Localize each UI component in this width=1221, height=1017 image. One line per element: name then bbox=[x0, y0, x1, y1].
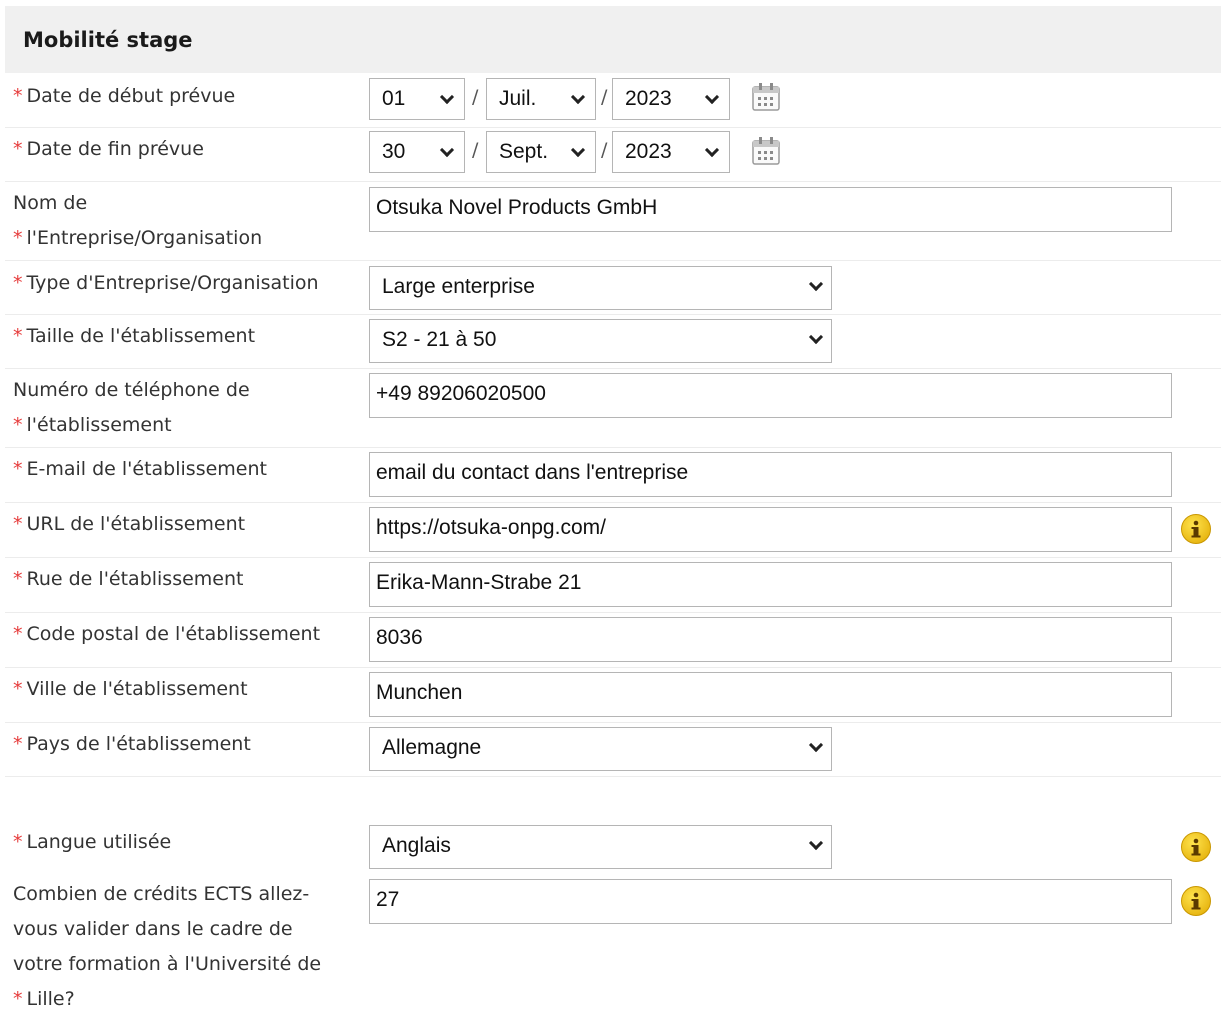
org-name-input[interactable]: Otsuka Novel Products GmbH bbox=[369, 187, 1172, 232]
size-select[interactable]: S2 - 21 à 50 bbox=[369, 319, 832, 363]
row-end-date: * Date de fin prévue 30 / Sept. / 2023 bbox=[5, 128, 1221, 182]
label-start-date: * Date de début prévue bbox=[13, 85, 236, 107]
required-marker: * bbox=[13, 272, 23, 294]
end-year-select[interactable]: 2023 bbox=[612, 131, 730, 173]
label-postal: * Code postal de l'établissement bbox=[13, 623, 321, 645]
label-size: * Taille de l'établissement bbox=[13, 325, 256, 347]
required-marker: * bbox=[13, 458, 23, 480]
required-marker: * bbox=[13, 227, 23, 249]
email-input[interactable]: email du contact dans l'entreprise bbox=[369, 452, 1172, 497]
section-title: Mobilité stage bbox=[23, 28, 193, 52]
required-marker: * bbox=[13, 678, 23, 700]
start-day-select[interactable]: 01 bbox=[369, 78, 465, 120]
chevron-down-icon bbox=[808, 835, 824, 851]
end-day-select[interactable]: 30 bbox=[369, 131, 465, 173]
date-separator: / bbox=[601, 139, 608, 161]
end-month-select[interactable]: Sept. bbox=[486, 131, 596, 173]
start-year-select[interactable]: 2023 bbox=[612, 78, 730, 120]
row-country: * Pays de l'établissement Allemagne bbox=[5, 723, 1221, 777]
chevron-down-icon bbox=[570, 142, 586, 158]
required-marker: * bbox=[13, 138, 23, 160]
language-select[interactable]: Anglais bbox=[369, 825, 832, 869]
chevron-down-icon bbox=[439, 89, 455, 105]
chevron-down-icon bbox=[808, 737, 824, 753]
chevron-down-icon bbox=[808, 276, 824, 292]
row-street: * Rue de l'établissement Erika-Mann-Strab… bbox=[5, 558, 1221, 613]
city-input[interactable]: Munchen bbox=[369, 672, 1172, 717]
phone-input[interactable]: +49 89206020500 bbox=[369, 373, 1172, 418]
start-month-select[interactable]: Juil. bbox=[486, 78, 596, 120]
date-separator: / bbox=[601, 86, 608, 108]
required-marker: * bbox=[13, 733, 23, 755]
chevron-down-icon bbox=[808, 329, 824, 345]
country-select[interactable]: Allemagne bbox=[369, 727, 832, 771]
label-end-date: * Date de fin prévue bbox=[13, 138, 204, 160]
required-marker: * bbox=[13, 568, 23, 590]
date-separator: / bbox=[472, 139, 479, 161]
row-ects: Combien de crédits ECTS allez- vous vali… bbox=[5, 875, 1221, 1017]
label-phone: Numéro de téléphone de * l'établissement bbox=[13, 379, 250, 436]
info-icon[interactable] bbox=[1181, 886, 1211, 916]
required-marker: * bbox=[13, 85, 23, 107]
required-marker: * bbox=[13, 988, 23, 1010]
info-icon[interactable] bbox=[1181, 514, 1211, 544]
label-street: * Rue de l'établissement bbox=[13, 568, 244, 590]
required-marker: * bbox=[13, 325, 23, 347]
row-email: * E-mail de l'établissement email du cont… bbox=[5, 448, 1221, 503]
row-url: * URL de l'établissement https://otsuka-o… bbox=[5, 503, 1221, 558]
calendar-icon[interactable] bbox=[751, 136, 781, 166]
row-org-type: * Type d'Entreprise/Organisation Large en… bbox=[5, 261, 1221, 315]
label-country: * Pays de l'établissement bbox=[13, 733, 251, 755]
row-phone: Numéro de téléphone de * l'établissement … bbox=[5, 369, 1221, 448]
row-language: * Langue utilisée Anglais bbox=[5, 818, 1221, 874]
label-email: * E-mail de l'établissement bbox=[13, 458, 267, 480]
postal-input[interactable]: 8036 bbox=[369, 617, 1172, 662]
ects-input[interactable]: 27 bbox=[369, 879, 1172, 924]
label-language: * Langue utilisée bbox=[13, 831, 172, 853]
date-separator: / bbox=[472, 86, 479, 108]
chevron-down-icon bbox=[439, 142, 455, 158]
info-icon[interactable] bbox=[1181, 832, 1211, 862]
chevron-down-icon bbox=[704, 142, 720, 158]
url-input[interactable]: https://otsuka-onpg.com/ bbox=[369, 507, 1172, 552]
org-type-select[interactable]: Large enterprise bbox=[369, 266, 832, 310]
row-postal: * Code postal de l'établissement 8036 bbox=[5, 613, 1221, 668]
row-size: * Taille de l'établissement S2 - 21 à 50 bbox=[5, 315, 1221, 369]
row-start-date: * Date de début prévue 01 / Juil. / 2023 bbox=[5, 74, 1221, 128]
section-header: Mobilité stage bbox=[5, 6, 1221, 73]
label-url: * URL de l'établissement bbox=[13, 513, 246, 535]
chevron-down-icon bbox=[570, 89, 586, 105]
label-org-type: * Type d'Entreprise/Organisation bbox=[13, 272, 319, 294]
required-marker: * bbox=[13, 513, 23, 535]
required-marker: * bbox=[13, 831, 23, 853]
required-marker: * bbox=[13, 414, 23, 436]
street-input[interactable]: Erika-Mann-Strabe 21 bbox=[369, 562, 1172, 607]
row-org-name: Nom de * l'Entreprise/Organisation Otsuka… bbox=[5, 182, 1221, 261]
label-org-name: Nom de * l'Entreprise/Organisation bbox=[13, 192, 263, 249]
chevron-down-icon bbox=[704, 89, 720, 105]
label-ects: Combien de crédits ECTS allez- vous vali… bbox=[13, 883, 322, 1010]
label-city: * Ville de l'établissement bbox=[13, 678, 248, 700]
row-city: * Ville de l'établissement Munchen bbox=[5, 668, 1221, 723]
required-marker: * bbox=[13, 623, 23, 645]
calendar-icon[interactable] bbox=[751, 82, 781, 112]
